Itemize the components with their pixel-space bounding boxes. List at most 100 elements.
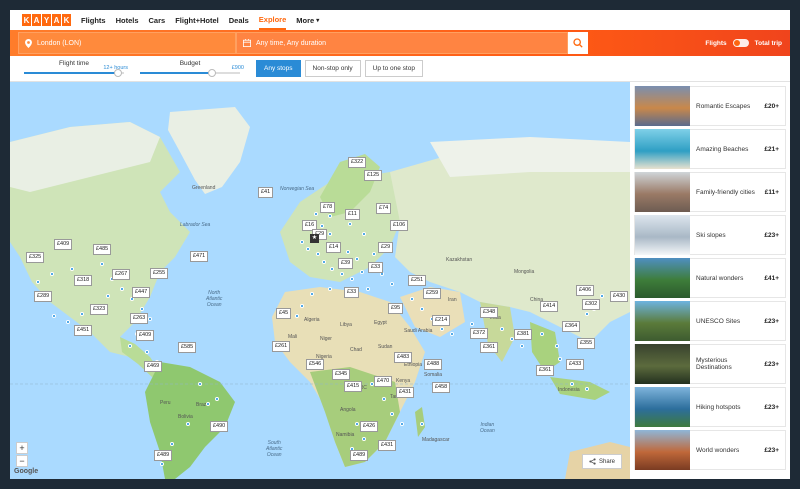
search-button[interactable] xyxy=(568,32,588,54)
price-marker[interactable]: £409 xyxy=(136,330,155,341)
destination-dot[interactable] xyxy=(215,397,219,401)
price-marker[interactable]: £489 xyxy=(154,450,173,461)
destination-dot[interactable] xyxy=(52,314,56,318)
destination-dot[interactable] xyxy=(570,382,574,386)
destination-dot[interactable] xyxy=(558,357,562,361)
home-star-icon[interactable]: ★ xyxy=(310,234,319,243)
destination-dot[interactable] xyxy=(310,292,314,296)
price-marker[interactable]: £451 xyxy=(74,325,93,336)
destination-dot[interactable] xyxy=(362,437,366,441)
collection-card[interactable]: Natural wonders £41+ xyxy=(634,258,786,298)
destination-dot[interactable] xyxy=(355,257,359,261)
destination-dot[interactable] xyxy=(140,307,144,311)
destination-dot[interactable] xyxy=(450,332,454,336)
nav-hotels[interactable]: Hotels xyxy=(116,10,139,30)
price-marker[interactable]: £318 xyxy=(74,275,93,286)
destination-dot[interactable] xyxy=(160,462,164,466)
price-marker[interactable]: £45 xyxy=(276,308,292,319)
destination-dot[interactable] xyxy=(340,272,344,276)
price-marker[interactable]: £39 xyxy=(338,258,354,269)
price-marker[interactable]: £95 xyxy=(388,303,404,314)
nav-explore[interactable]: Explore xyxy=(258,10,287,30)
price-marker[interactable]: £546 xyxy=(306,359,325,370)
budget-slider[interactable]: Budget £900 xyxy=(140,59,244,79)
price-marker[interactable]: £485 xyxy=(93,244,112,255)
share-button[interactable]: Share xyxy=(581,454,622,469)
price-marker[interactable]: £431 xyxy=(378,440,397,451)
explore-map[interactable]: Greenland North Atlantic Ocean South Atl… xyxy=(10,82,630,479)
price-marker[interactable]: £471 xyxy=(190,251,209,262)
price-marker[interactable]: £431 xyxy=(396,387,415,398)
destination-dot[interactable] xyxy=(355,422,359,426)
destination-dot[interactable] xyxy=(316,252,320,256)
destination-dot[interactable] xyxy=(420,307,424,311)
price-marker[interactable]: £372 xyxy=(470,328,489,339)
destination-dot[interactable] xyxy=(170,442,174,446)
budget-knob[interactable] xyxy=(208,68,216,77)
price-marker[interactable]: £261 xyxy=(272,341,291,352)
destination-dot[interactable] xyxy=(362,232,366,236)
price-marker[interactable]: £322 xyxy=(348,157,367,168)
zoom-in-button[interactable]: + xyxy=(16,442,28,454)
price-marker[interactable]: £251 xyxy=(408,275,427,286)
price-marker[interactable]: £41 xyxy=(258,187,274,198)
destination-dot[interactable] xyxy=(120,287,124,291)
price-marker[interactable]: £259 xyxy=(423,288,442,299)
nav-cars[interactable]: Cars xyxy=(149,10,166,30)
price-marker[interactable]: £361 xyxy=(480,342,499,353)
kayak-logo[interactable]: K A Y A K xyxy=(22,14,71,26)
origin-input[interactable]: London (LON) xyxy=(18,32,236,54)
price-marker[interactable]: £361 xyxy=(536,365,555,376)
nav-flight-hotel[interactable]: Flight+Hotel xyxy=(175,10,219,30)
nav-deals[interactable]: Deals xyxy=(229,10,249,30)
collection-card[interactable]: Family-friendly cities £11+ xyxy=(634,172,786,212)
price-marker[interactable]: £14 xyxy=(326,242,342,253)
stops-one-stop[interactable]: Up to one stop xyxy=(364,60,423,77)
destination-dot[interactable] xyxy=(328,232,332,236)
destination-dot[interactable] xyxy=(300,304,304,308)
destination-dot[interactable] xyxy=(70,267,74,271)
price-marker[interactable]: £74 xyxy=(376,203,392,214)
destination-dot[interactable] xyxy=(50,272,54,276)
collection-card[interactable]: World wonders £23+ xyxy=(634,430,786,470)
destination-dot[interactable] xyxy=(585,387,589,391)
destination-dot[interactable] xyxy=(470,322,474,326)
zoom-out-button[interactable]: − xyxy=(16,455,28,467)
destination-dot[interactable] xyxy=(555,344,559,348)
destination-dot[interactable] xyxy=(585,312,589,316)
price-marker[interactable]: £263 xyxy=(130,313,149,324)
nav-flights[interactable]: Flights xyxy=(81,10,106,30)
price-marker[interactable]: £458 xyxy=(432,382,451,393)
destination-dot[interactable] xyxy=(600,294,604,298)
nav-more[interactable]: More ▾ xyxy=(296,10,319,30)
price-marker[interactable]: £488 xyxy=(424,359,443,370)
price-marker[interactable]: £406 xyxy=(576,285,595,296)
collection-card[interactable]: Romantic Escapes £20+ xyxy=(634,86,786,126)
destination-dot[interactable] xyxy=(106,294,110,298)
destination-dot[interactable] xyxy=(66,320,70,324)
price-marker[interactable]: £433 xyxy=(566,359,585,370)
price-marker[interactable]: £364 xyxy=(562,321,581,332)
price-marker[interactable]: £381 xyxy=(514,329,533,340)
destination-dot[interactable] xyxy=(366,287,370,291)
collection-card[interactable]: Amazing Beaches £21+ xyxy=(634,129,786,169)
destination-dot[interactable] xyxy=(390,282,394,286)
destination-dot[interactable] xyxy=(350,277,354,281)
price-marker[interactable]: £33 xyxy=(344,287,360,298)
destination-dot[interactable] xyxy=(382,397,386,401)
destination-dot[interactable] xyxy=(348,222,352,226)
price-marker[interactable]: £302 xyxy=(582,299,601,310)
destination-dot[interactable] xyxy=(500,327,504,331)
price-marker[interactable]: £125 xyxy=(364,170,383,181)
destination-dot[interactable] xyxy=(328,214,332,218)
collection-card[interactable]: Ski slopes £23+ xyxy=(634,215,786,255)
collection-card[interactable]: UNESCO Sites £23+ xyxy=(634,301,786,341)
price-marker[interactable]: £409 xyxy=(54,239,73,250)
price-mode-toggle[interactable] xyxy=(732,39,749,47)
price-marker[interactable]: £414 xyxy=(540,301,559,312)
destination-dot[interactable] xyxy=(314,212,318,216)
destination-dot[interactable] xyxy=(128,344,132,348)
price-marker[interactable]: £289 xyxy=(34,291,53,302)
price-marker[interactable]: £490 xyxy=(210,421,229,432)
destination-dot[interactable] xyxy=(390,412,394,416)
